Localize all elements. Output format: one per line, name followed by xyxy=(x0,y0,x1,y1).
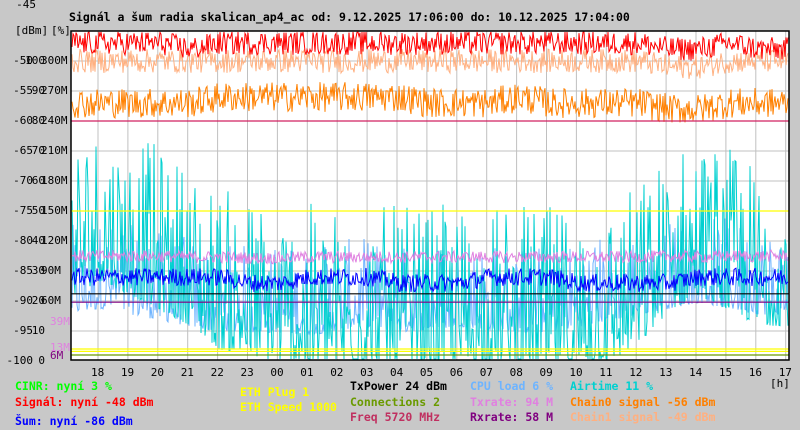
x-tick-label: 02 xyxy=(330,366,344,379)
x-tick-label: 16 xyxy=(748,366,763,379)
x-tick-label: 20 xyxy=(150,366,165,379)
y-tick-rate: 240M xyxy=(41,114,68,127)
x-tick-label: 13 xyxy=(659,366,673,379)
legend-connections: Connections 2 xyxy=(350,395,441,409)
y-tick-dbm: -95 xyxy=(13,324,33,337)
y-tick-dbm: -65 xyxy=(13,144,33,157)
legend-airtime: Airtime 11 % xyxy=(570,379,654,393)
x-tick-label: 08 xyxy=(509,366,523,379)
legend-txrate: Txrate: 94 M xyxy=(470,395,554,409)
y-tick-pct: 0 xyxy=(38,354,45,367)
rate-marker: 39M xyxy=(50,315,70,328)
x-tick-label: 09 xyxy=(539,366,553,379)
legend-eth-plug: ETH Plug 1 xyxy=(240,385,310,399)
y-tick-rate: 270M xyxy=(41,84,68,97)
legend-rxrate: Rxrate: 58 M xyxy=(470,410,554,424)
x-tick-label: 11 xyxy=(599,366,613,379)
y-tick-dbm: -70 xyxy=(13,174,33,187)
unit-pct: [%] xyxy=(51,24,71,37)
y-tick-dbm: -80 xyxy=(13,234,33,247)
unit-dbm: [dBm] xyxy=(15,24,49,37)
chart-container: Signál a šum radia skalican_ap4_ac od: 9… xyxy=(0,0,800,430)
x-tick-label: 04 xyxy=(390,366,404,379)
y-tick-dbm: -45 xyxy=(16,0,36,11)
x-tick-label: 06 xyxy=(449,366,464,379)
legend-noise: Šum: nyní -86 dBm xyxy=(15,414,133,428)
x-tick-label: 14 xyxy=(689,366,703,379)
legend-eth-speed: ETH Speed 1000 xyxy=(240,400,337,414)
y-tick-dbm: -60 xyxy=(13,114,33,127)
legend-chain0: Chain0 signal -56 dBm xyxy=(570,395,716,409)
x-tick-label: 12 xyxy=(629,366,643,379)
x-tick-label: 03 xyxy=(360,366,374,379)
y-tick-dbm: -100 xyxy=(6,354,34,367)
x-tick-label: 19 xyxy=(120,366,135,379)
x-tick-label: 00 xyxy=(270,366,284,379)
x-tick-label: 15 xyxy=(718,366,733,379)
x-tick-label: 23 xyxy=(240,366,254,379)
y-tick-dbm: -85 xyxy=(13,264,33,277)
y-tick-rate: 90M xyxy=(41,264,61,277)
chart-title: Signál a šum radia skalican_ap4_ac od: 9… xyxy=(69,10,630,24)
legend-chain1: Chain1 signal -49 dBm xyxy=(570,410,716,424)
legend-cinr: CINR: nyní 3 % xyxy=(15,379,112,393)
rate-marker: 6M xyxy=(50,349,64,362)
y-tick-rate: 150M xyxy=(41,204,68,217)
x-tick-label: 05 xyxy=(419,366,434,379)
x-tick-label: 18 xyxy=(91,366,105,379)
y-tick-rate: 300M xyxy=(41,54,68,67)
legend-cpu: CPU load 6 % xyxy=(470,379,554,393)
x-tick-label: 01 xyxy=(300,366,314,379)
y-tick-rate: 210M xyxy=(41,144,68,157)
x-tick-label: 10 xyxy=(569,366,583,379)
legend-signal: Signál: nyní -48 dBm xyxy=(15,395,154,409)
y-tick-dbm: -75 xyxy=(13,204,33,217)
y-tick-rate: 180M xyxy=(41,174,68,187)
y-tick-dbm: -55 xyxy=(13,84,33,97)
x-tick-label: 07 xyxy=(479,366,493,379)
y-tick-pct: 10 xyxy=(31,324,45,337)
y-tick-dbm: -90 xyxy=(13,294,33,307)
x-tick-label: 17 xyxy=(778,366,792,379)
y-tick-rate: 60M xyxy=(41,294,61,307)
y-tick-rate: 120M xyxy=(41,234,68,247)
legend-txpower: TxPower 24 dBm xyxy=(350,379,447,393)
x-tick-label: 22 xyxy=(210,366,224,379)
x-tick-label: 21 xyxy=(180,366,194,379)
legend-freq: Freq 5720 MHz xyxy=(350,410,441,424)
